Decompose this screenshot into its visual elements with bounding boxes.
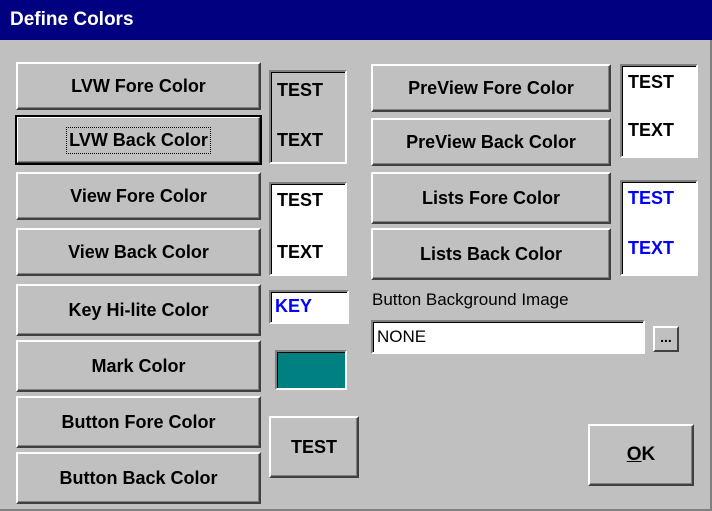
lvw-fore-color-label: LVW Fore Color (71, 75, 206, 96)
view-back-color-label: View Back Color (68, 241, 209, 262)
window-title: Define Colors (10, 9, 134, 30)
key-hilite-color-label: Key Hi-lite Color (68, 299, 209, 320)
background-image-field[interactable]: NONE (371, 320, 645, 354)
ok-label: OK (627, 444, 656, 466)
mark-color-label: Mark Color (91, 355, 186, 376)
lists-sample-line1: TEST (628, 188, 675, 208)
view-sample-line2: TEXT (277, 242, 324, 262)
view-back-color-button[interactable]: View Back Color (16, 228, 261, 276)
button-back-color-button[interactable]: Button Back Color (16, 452, 261, 504)
lists-sample: TEST TEXT (620, 180, 698, 276)
button-color-sample: TEST (269, 416, 359, 478)
lvw-sample-line1: TEST (277, 80, 324, 100)
view-fore-color-label: View Fore Color (70, 185, 207, 206)
view-sample: TEST TEXT (269, 182, 347, 276)
view-fore-color-button[interactable]: View Fore Color (16, 172, 261, 220)
lists-fore-color-button[interactable]: Lists Fore Color (371, 172, 611, 224)
preview-back-color-button[interactable]: PreView Back Color (371, 118, 611, 166)
lvw-sample-line2: TEXT (277, 130, 324, 150)
mark-color-button[interactable]: Mark Color (16, 340, 261, 392)
preview-sample-line2: TEXT (628, 120, 675, 140)
button-back-color-label: Button Back Color (59, 467, 218, 488)
lists-fore-color-label: Lists Fore Color (421, 187, 560, 208)
browse-image-button[interactable]: ... (653, 326, 679, 352)
preview-sample: TEST TEXT (620, 64, 698, 158)
button-fore-color-label: Button Fore Color (61, 411, 216, 432)
mark-color-sample (275, 350, 347, 390)
lists-sample-line2: TEXT (628, 238, 675, 258)
lvw-sample: TEST TEXT (269, 70, 347, 164)
title-bar: Define Colors (0, 0, 712, 40)
preview-sample-line1: TEST (628, 72, 675, 92)
preview-fore-color-button[interactable]: PreView Fore Color (371, 64, 611, 112)
ok-label-rest: K (641, 444, 656, 465)
define-colors-dialog: Define Colors LVW Fore Color LVW Back Co… (0, 0, 712, 511)
key-hilite-color-button[interactable]: Key Hi-lite Color (16, 284, 261, 336)
lvw-back-color-button[interactable]: LVW Back Color (15, 115, 262, 165)
key-hilite-sample: KEY (269, 290, 349, 324)
view-sample-line1: TEST (277, 190, 324, 210)
ok-button[interactable]: OK (588, 424, 694, 486)
lists-back-color-label: Lists Back Color (419, 243, 563, 264)
ok-mnemonic: O (626, 444, 642, 465)
background-image-label: Button Background Image (372, 290, 569, 309)
lists-back-color-button[interactable]: Lists Back Color (371, 228, 611, 280)
button-sample-label: TEST (290, 436, 337, 457)
lvw-fore-color-button[interactable]: LVW Fore Color (16, 62, 261, 110)
preview-back-color-label: PreView Back Color (406, 131, 576, 152)
button-fore-color-button[interactable]: Button Fore Color (16, 396, 261, 448)
lvw-back-color-label: LVW Back Color (66, 126, 211, 154)
preview-fore-color-label: PreView Fore Color (408, 77, 574, 98)
